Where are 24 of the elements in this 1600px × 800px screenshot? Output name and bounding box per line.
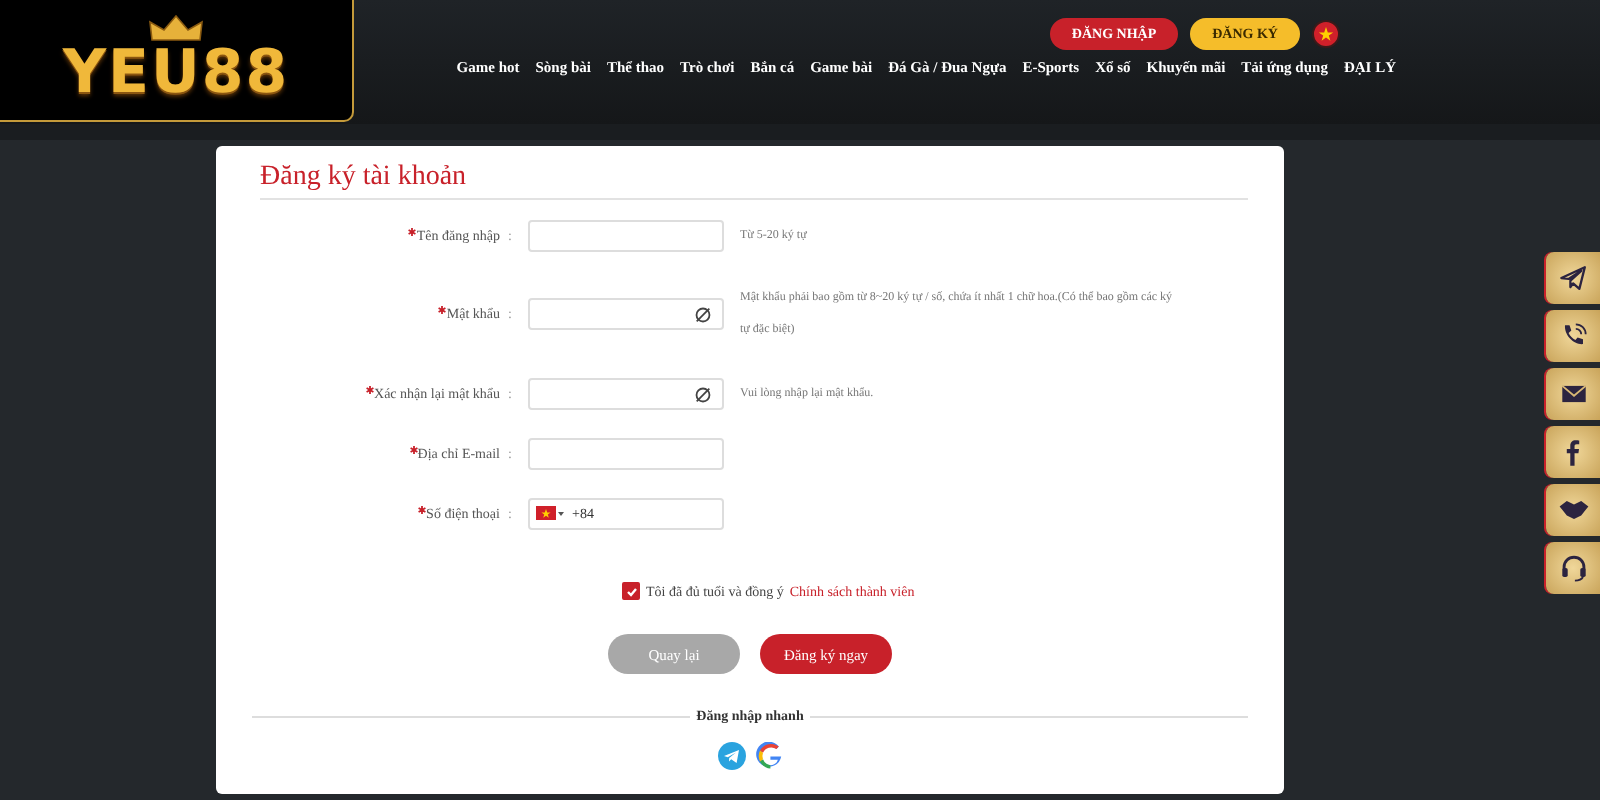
google-icon[interactable] [755,742,783,770]
eye-slash-icon[interactable] [694,306,712,324]
input-field[interactable] [528,298,724,330]
eye-slash-icon[interactable] [694,386,712,404]
side-button[interactable] [1546,368,1600,420]
telegram-icon [1555,260,1591,296]
agree-checkbox[interactable] [622,582,640,600]
facebook-icon [1566,439,1580,465]
logo-panel[interactable]: YEU88 [0,0,354,122]
input-field[interactable] [528,438,724,470]
crown-icon [148,14,204,42]
logo-text: YEU88 [62,42,290,106]
side-button[interactable] [1546,484,1600,536]
vietnam-flag-icon[interactable] [1312,20,1340,48]
input-field[interactable] [528,378,724,410]
side-button[interactable] [1546,310,1600,362]
side-button[interactable] [1546,426,1600,478]
check-icon [625,585,637,597]
vietnam-flag-icon[interactable] [536,506,564,522]
side-button[interactable] [1546,542,1600,594]
form-title: Đăng ký tài khoản [260,162,1248,200]
side-button[interactable] [1546,252,1600,304]
input-field[interactable] [528,220,724,252]
telegram-icon[interactable] [717,742,745,770]
